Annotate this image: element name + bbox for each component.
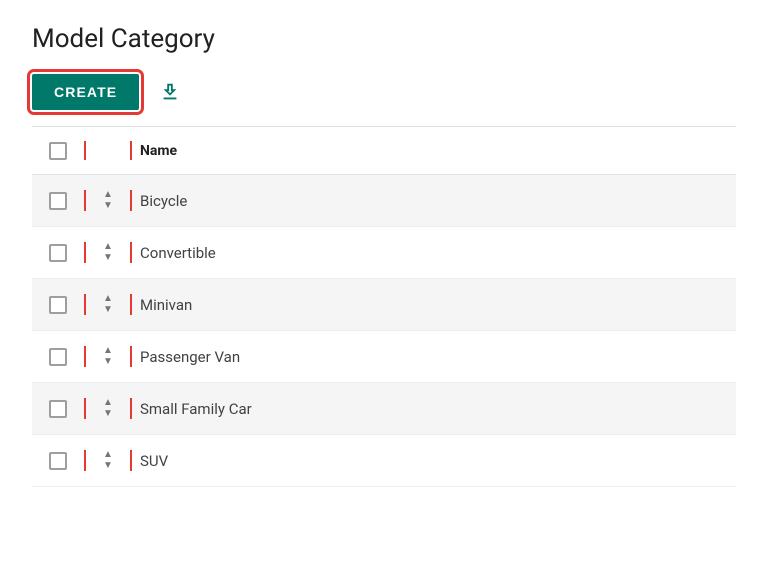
page-container: Model Category CREATE Name ▲ ▼ <box>0 0 768 511</box>
create-button[interactable]: CREATE <box>32 74 139 110</box>
table-row: ▲ ▼ Passenger Van <box>32 331 736 383</box>
download-button[interactable] <box>155 77 185 107</box>
sort-arrows-icon: ▲ ▼ <box>103 294 113 315</box>
header-name-col: Name <box>132 143 736 159</box>
table-body: ▲ ▼ Bicycle ▲ ▼ Convertible ▲ ▼ Minivan <box>32 175 736 487</box>
row-sort-handle-2[interactable]: ▲ ▼ <box>84 242 132 263</box>
row-checkbox-2[interactable] <box>49 244 67 262</box>
page-title: Model Category <box>32 24 736 54</box>
row-checkbox-cell <box>32 192 84 210</box>
header-sort-cell <box>84 141 132 160</box>
row-name-1: Bicycle <box>132 192 736 210</box>
row-name-2: Convertible <box>132 244 736 262</box>
table-header: Name <box>32 127 736 175</box>
row-sort-handle-4[interactable]: ▲ ▼ <box>84 346 132 367</box>
sort-arrows-icon: ▲ ▼ <box>103 242 113 263</box>
row-checkbox-cell <box>32 296 84 314</box>
row-sort-handle-5[interactable]: ▲ ▼ <box>84 398 132 419</box>
row-name-6: SUV <box>132 452 736 470</box>
row-sort-handle-6[interactable]: ▲ ▼ <box>84 450 132 471</box>
sort-arrows-icon: ▲ ▼ <box>103 346 113 367</box>
row-checkbox-5[interactable] <box>49 400 67 418</box>
sort-arrows-icon: ▲ ▼ <box>103 450 113 471</box>
sort-arrows-icon: ▲ ▼ <box>103 190 113 211</box>
download-icon <box>159 81 181 103</box>
select-all-checkbox[interactable] <box>49 142 67 160</box>
toolbar: CREATE <box>32 74 736 110</box>
sort-arrows-icon: ▲ ▼ <box>103 398 113 419</box>
row-checkbox-3[interactable] <box>49 296 67 314</box>
data-table: Name ▲ ▼ Bicycle ▲ ▼ Convertible <box>32 127 736 487</box>
row-checkbox-cell <box>32 348 84 366</box>
row-checkbox-6[interactable] <box>49 452 67 470</box>
row-checkbox-4[interactable] <box>49 348 67 366</box>
row-checkbox-cell <box>32 400 84 418</box>
row-name-5: Small Family Car <box>132 400 736 418</box>
row-name-4: Passenger Van <box>132 348 736 366</box>
table-row: ▲ ▼ Small Family Car <box>32 383 736 435</box>
table-row: ▲ ▼ SUV <box>32 435 736 487</box>
table-row: ▲ ▼ Convertible <box>32 227 736 279</box>
header-checkbox-cell <box>32 142 84 160</box>
row-checkbox-cell <box>32 244 84 262</box>
row-sort-handle-3[interactable]: ▲ ▼ <box>84 294 132 315</box>
table-row: ▲ ▼ Minivan <box>32 279 736 331</box>
table-row: ▲ ▼ Bicycle <box>32 175 736 227</box>
row-checkbox-1[interactable] <box>49 192 67 210</box>
row-sort-handle-1[interactable]: ▲ ▼ <box>84 190 132 211</box>
row-checkbox-cell <box>32 452 84 470</box>
row-name-3: Minivan <box>132 296 736 314</box>
